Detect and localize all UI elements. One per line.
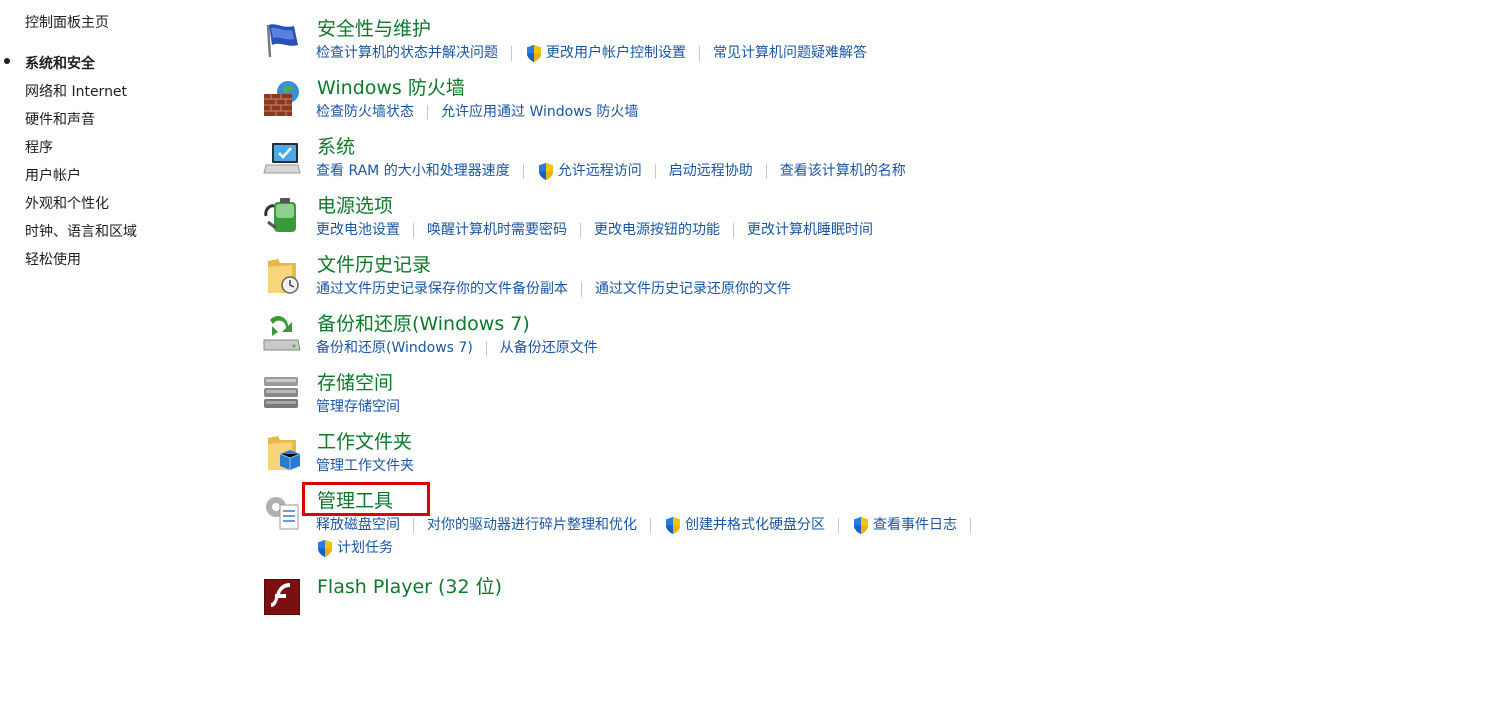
category-links-admin-tools: 释放磁盘空间 对你的驱动器进行碎片整理和优化 创建并格式化硬盘分区 查看事件日志 [316,515,984,535]
uac-shield-icon [316,539,334,558]
link-separator [522,163,524,179]
category-links-system: 查看 RAM 的大小和处理器速度 允许远程访问 启动远程协助 查看该计算机的名称 [316,161,906,181]
link-allow-remote-access[interactable]: 允许远程访问 [537,161,642,181]
flash-player-icon[interactable] [262,577,302,617]
link-view-ram[interactable]: 查看 RAM 的大小和处理器速度 [316,161,510,181]
link-check-firewall[interactable]: 检查防火墙状态 [316,102,414,122]
link-battery-settings[interactable]: 更改电池设置 [316,220,400,240]
link-restore-from-backup[interactable]: 从备份还原文件 [500,338,598,358]
link-free-disk-space[interactable]: 释放磁盘空间 [316,515,400,535]
category-links-file-history: 通过文件历史记录保存你的文件备份副本 通过文件历史记录还原你的文件 [316,279,791,299]
nav-item-hardware[interactable]: 硬件和声音 [25,109,95,129]
link-manage-storage[interactable]: 管理存储空间 [316,397,400,417]
category-links-firewall: 检查防火墙状态 允许应用通过 Windows 防火墙 [316,102,638,122]
category-links-power: 更改电池设置 唤醒计算机时需要密码 更改电源按钮的功能 更改计算机睡眠时间 [316,220,873,240]
link-separator [413,222,414,238]
link-separator [733,222,734,238]
category-links-admin-tools-row2: 计划任务 [316,538,393,558]
stacked-drives-icon[interactable] [262,373,302,413]
link-remote-assistance[interactable]: 启动远程协助 [669,161,753,181]
category-title-work-folders[interactable]: 工作文件夹 [317,430,412,454]
category-title-storage[interactable]: 存储空间 [317,371,393,395]
category-power: 电源选项 更改电池设置 唤醒计算机时需要密码 更改电源按钮的功能 更改计算机睡眠… [262,194,1462,250]
left-nav: 控制面板主页 系统和安全 网络和 Internet 硬件和声音 程序 用户帐户 … [0,0,240,719]
link-allow-app-firewall[interactable]: 允许应用通过 Windows 防火墙 [441,102,638,122]
link-change-uac[interactable]: 更改用户帐户控制设置 [525,43,686,63]
nav-item-system-security[interactable]: 系统和安全 [25,53,95,73]
link-separator [413,517,414,533]
link-separator [650,517,651,533]
computer-monitor-icon[interactable] [262,137,302,177]
nav-item-network[interactable]: 网络和 Internet [25,81,127,101]
link-create-partitions[interactable]: 创建并格式化硬盘分区 [664,515,825,535]
category-title-admin-tools[interactable]: 管理工具 [317,489,393,513]
link-manage-work-folders[interactable]: 管理工作文件夹 [316,456,414,476]
category-links-security: 检查计算机的状态并解决问题 更改用户帐户控制设置 常见计算机问题疑难解答 [316,43,867,63]
nav-item-ease-of-access[interactable]: 轻松使用 [25,249,81,269]
link-save-backup[interactable]: 通过文件历史记录保存你的文件备份副本 [316,279,568,299]
category-flash-player: Flash Player (32 位) [262,575,1462,631]
link-sleep-time[interactable]: 更改计算机睡眠时间 [747,220,873,240]
link-separator [485,340,487,356]
category-title-security[interactable]: 安全性与维护 [317,17,431,41]
category-links-work-folders: 管理工作文件夹 [316,456,414,476]
link-backup-restore[interactable]: 备份和还原(Windows 7) [316,338,473,358]
link-restore-files[interactable]: 通过文件历史记录还原你的文件 [595,279,791,299]
nav-item-clock-region[interactable]: 时钟、语言和区域 [25,221,137,241]
link-computer-name[interactable]: 查看该计算机的名称 [780,161,906,181]
link-separator [654,163,656,179]
uac-shield-icon [852,516,870,535]
gear-document-icon[interactable] [262,491,302,531]
link-separator [765,163,767,179]
category-title-system[interactable]: 系统 [317,135,355,159]
link-separator [970,517,971,533]
link-separator [699,45,700,61]
flag-icon[interactable] [262,19,302,59]
nav-item-appearance[interactable]: 外观和个性化 [25,193,109,213]
category-backup-restore: 备份和还原(Windows 7) 备份和还原(Windows 7) 从备份还原文… [262,312,1462,368]
link-troubleshoot[interactable]: 常见计算机问题疑难解答 [713,43,867,63]
category-title-firewall[interactable]: Windows 防火墙 [317,76,465,100]
link-check-status[interactable]: 检查计算机的状态并解决问题 [316,43,498,63]
category-title-flash[interactable]: Flash Player (32 位) [317,575,502,599]
nav-item-programs[interactable]: 程序 [25,137,53,157]
nav-item-user-accounts[interactable]: 用户帐户 [25,165,81,185]
category-storage-spaces: 存储空间 管理存储空间 [262,371,1462,427]
uac-shield-icon [525,44,543,63]
folder-blue-icon[interactable] [262,432,302,472]
link-schedule-tasks[interactable]: 计划任务 [316,538,393,558]
category-title-backup[interactable]: 备份和还原(Windows 7) [317,312,530,336]
category-file-history: 文件历史记录 通过文件历史记录保存你的文件备份副本 通过文件历史记录还原你的文件 [262,253,1462,309]
link-separator [427,104,428,120]
link-event-logs[interactable]: 查看事件日志 [852,515,957,535]
category-links-storage: 管理存储空间 [316,397,400,417]
link-separator [511,45,512,61]
category-firewall: Windows 防火墙 检查防火墙状态 允许应用通过 Windows 防火墙 [262,76,1462,132]
battery-icon[interactable] [262,196,302,236]
category-title-power[interactable]: 电源选项 [317,194,393,218]
link-separator [580,222,581,238]
active-bullet [4,58,10,64]
link-wake-password[interactable]: 唤醒计算机时需要密码 [427,220,567,240]
link-defragment[interactable]: 对你的驱动器进行碎片整理和优化 [427,515,637,535]
category-system: 系统 查看 RAM 的大小和处理器速度 允许远程访问 启动远程协助 查看该计算机… [262,135,1462,191]
drive-backup-icon[interactable] [262,314,302,354]
category-work-folders: 工作文件夹 管理工作文件夹 [262,430,1462,486]
category-security-maintenance: 安全性与维护 检查计算机的状态并解决问题 更改用户帐户控制设置 常见计算机问题疑… [262,17,1462,73]
link-separator [838,517,839,533]
uac-shield-icon [664,516,682,535]
category-admin-tools: 管理工具 释放磁盘空间 对你的驱动器进行碎片整理和优化 创建并格式化硬盘分区 查… [262,489,1462,545]
nav-control-panel-home[interactable]: 控制面板主页 [25,12,109,32]
category-links-backup: 备份和还原(Windows 7) 从备份还原文件 [316,338,598,358]
link-power-button[interactable]: 更改电源按钮的功能 [594,220,720,240]
link-separator [581,281,582,297]
uac-shield-icon [537,162,555,181]
category-title-file-history[interactable]: 文件历史记录 [317,253,431,277]
brick-wall-globe-icon[interactable] [262,78,302,118]
folder-clock-icon[interactable] [262,255,302,295]
